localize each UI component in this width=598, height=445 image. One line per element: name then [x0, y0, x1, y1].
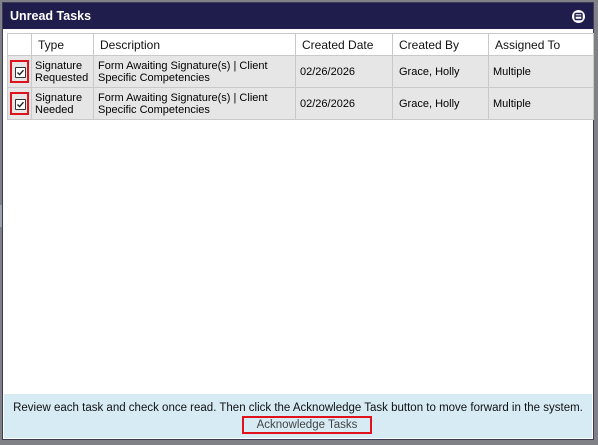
- column-header-select: [7, 33, 32, 56]
- minimize-icon: [574, 12, 583, 21]
- cell-created-by: Grace, Holly: [392, 87, 489, 120]
- column-header-description[interactable]: Description: [93, 33, 296, 56]
- checkbox-highlight: [10, 60, 29, 83]
- cell-description: Form Awaiting Signature(s) | Client Spec…: [93, 55, 296, 88]
- column-header-type[interactable]: Type: [31, 33, 94, 56]
- cell-description: Form Awaiting Signature(s) | Client Spec…: [93, 87, 296, 120]
- table-row[interactable]: Signature Requested Form Awaiting Signat…: [7, 55, 594, 88]
- cell-created-by: Grace, Holly: [392, 55, 489, 88]
- row-select-cell: [7, 55, 32, 88]
- minimize-button[interactable]: [572, 10, 585, 23]
- task-checkbox[interactable]: [15, 99, 26, 110]
- dialog-footer: Review each task and check once read. Th…: [4, 394, 592, 438]
- cell-type: Signature Needed: [31, 87, 94, 120]
- tasks-table: Type Description Created Date Created By…: [7, 33, 594, 120]
- table-header-row: Type Description Created Date Created By…: [7, 33, 594, 56]
- checkbox-highlight: [10, 92, 29, 115]
- column-header-created-by[interactable]: Created By: [392, 33, 489, 56]
- acknowledge-tasks-button[interactable]: Acknowledge Tasks: [242, 416, 372, 434]
- checkmark-icon: [17, 69, 25, 76]
- cell-assigned-to: Multiple: [488, 87, 594, 120]
- checkmark-icon: [17, 101, 25, 108]
- dialog-titlebar: Unread Tasks: [3, 3, 593, 29]
- column-header-created-date[interactable]: Created Date: [295, 33, 393, 56]
- task-checkbox[interactable]: [15, 67, 26, 78]
- row-select-cell: [7, 87, 32, 120]
- cell-type: Signature Requested: [31, 55, 94, 88]
- cell-assigned-to: Multiple: [488, 55, 594, 88]
- cell-created-date: 02/26/2026: [295, 87, 393, 120]
- dialog-title: Unread Tasks: [10, 9, 92, 23]
- instruction-text: Review each task and check once read. Th…: [13, 402, 583, 414]
- column-header-assigned-to[interactable]: Assigned To: [488, 33, 594, 56]
- unread-tasks-dialog: Unread Tasks Type Description Created Da…: [2, 2, 594, 440]
- table-row[interactable]: Signature Needed Form Awaiting Signature…: [7, 87, 594, 120]
- cell-created-date: 02/26/2026: [295, 55, 393, 88]
